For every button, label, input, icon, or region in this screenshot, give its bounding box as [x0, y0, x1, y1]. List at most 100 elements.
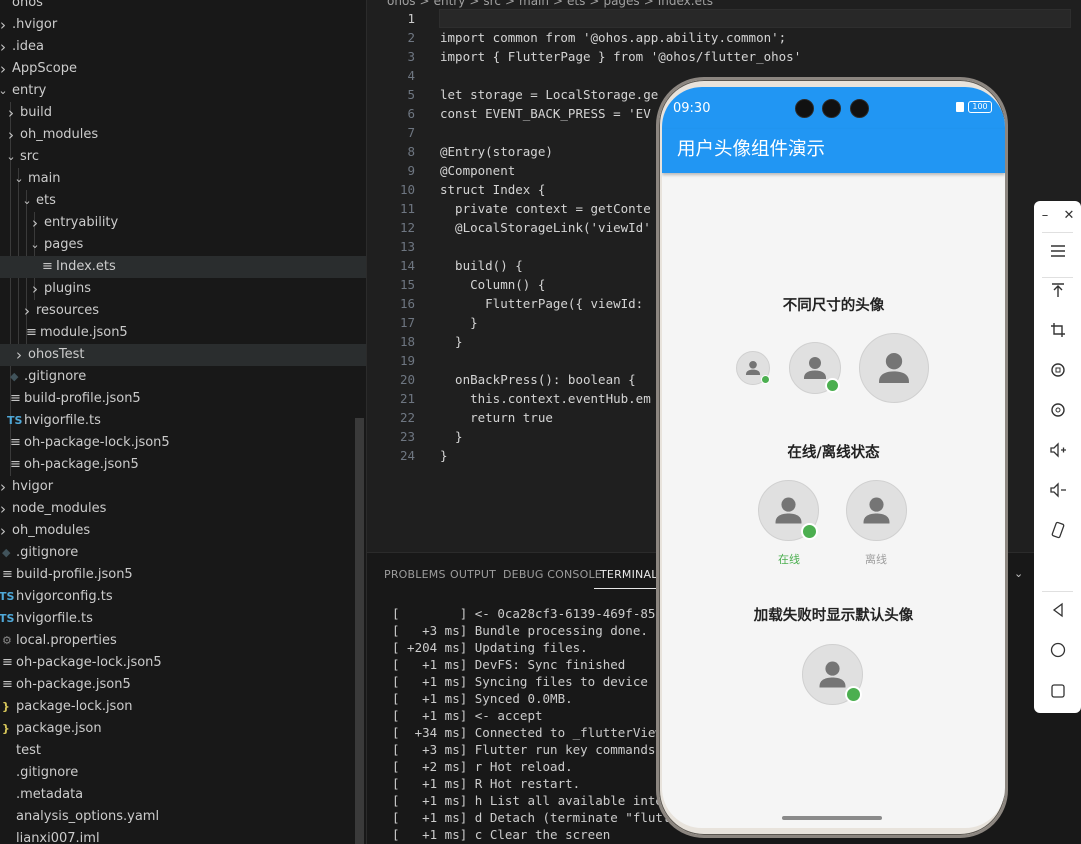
- tree-item[interactable]: ≡ oh-package-lock.json5: [0, 652, 366, 674]
- tree-item[interactable]: › AppScope: [0, 58, 366, 80]
- chevron-right-icon[interactable]: ›: [29, 278, 41, 300]
- chevron-down-icon[interactable]: ⌄: [29, 234, 41, 256]
- tree-item[interactable]: ⌄ entry: [0, 80, 366, 102]
- chevron-down-icon[interactable]: ⌄: [1014, 567, 1023, 580]
- tree-item[interactable]: ohos: [0, 0, 366, 14]
- tree-item[interactable]: ⌄ ets: [0, 190, 366, 212]
- tree-item[interactable]: ≡ oh-package.json5: [0, 454, 366, 476]
- rotate-right-icon[interactable]: [1034, 401, 1081, 425]
- tree-item[interactable]: › entryability: [0, 212, 366, 234]
- breadcrumb-item[interactable]: ohos: [387, 0, 416, 8]
- tree-item[interactable]: ≡ build-profile.json5: [0, 564, 366, 586]
- chevron-down-icon[interactable]: ⌄: [21, 190, 33, 212]
- tree-item[interactable]: ≡ build-profile.json5: [0, 388, 366, 410]
- chevron-right-icon[interactable]: ›: [0, 498, 9, 520]
- tree-item[interactable]: ≡ module.json5: [0, 322, 366, 344]
- panel-tab-problems[interactable]: PROBLEMS: [384, 568, 446, 581]
- tree-item[interactable]: ⌄ src: [0, 146, 366, 168]
- breadcrumb-item[interactable]: ets: [567, 0, 585, 8]
- breadcrumb-item[interactable]: Index.ets: [658, 0, 713, 8]
- chevron-right-icon[interactable]: ›: [29, 212, 41, 234]
- code-line[interactable]: 1: [367, 9, 1081, 28]
- rotate-left-icon[interactable]: [1034, 361, 1081, 385]
- tree-item[interactable]: ⚙ local.properties: [0, 630, 366, 652]
- breadcrumb-item[interactable]: entry: [434, 0, 466, 8]
- home-icon[interactable]: [1034, 641, 1081, 665]
- breadcrumb-item[interactable]: main: [519, 0, 549, 8]
- tree-item[interactable]: ≡ Index.ets: [0, 256, 366, 278]
- breadcrumb-separator: >: [469, 0, 480, 8]
- shake-icon[interactable]: [1034, 521, 1081, 545]
- tree-item[interactable]: ◆ .gitignore: [0, 366, 366, 388]
- chevron-right-icon[interactable]: ›: [0, 476, 9, 498]
- volume-up-icon[interactable]: [1034, 441, 1081, 465]
- breadcrumb-item[interactable]: src: [483, 0, 501, 8]
- tree-item[interactable]: › ohosTest: [0, 344, 366, 366]
- home-indicator[interactable]: [782, 816, 882, 820]
- chevron-right-icon[interactable]: ›: [5, 102, 17, 124]
- breadcrumb-item[interactable]: pages: [603, 0, 639, 8]
- chevron-down-icon[interactable]: ⌄: [0, 80, 9, 102]
- tree-item[interactable]: › .hvigor: [0, 14, 366, 36]
- tree-item[interactable]: › resources: [0, 300, 366, 322]
- code-line[interactable]: 2 import common from '@ohos.app.ability.c…: [367, 28, 1081, 47]
- tree-item[interactable]: › oh_modules: [0, 520, 366, 542]
- panel-tab-debug-console[interactable]: DEBUG CONSOLE: [503, 568, 602, 581]
- scrollbar[interactable]: [355, 418, 364, 844]
- tree-item[interactable]: TS hvigorconfig.ts: [0, 586, 366, 608]
- chevron-right-icon[interactable]: ›: [0, 36, 9, 58]
- recents-icon[interactable]: [1034, 681, 1081, 705]
- chevron-down-icon[interactable]: ⌄: [5, 146, 17, 168]
- screenshot-crop-icon[interactable]: [1034, 321, 1081, 345]
- menu-icon[interactable]: [1034, 241, 1081, 265]
- pin-top-icon[interactable]: [1034, 281, 1081, 305]
- tree-item-label: oh-package-lock.json5: [16, 655, 162, 670]
- code-text: import common from '@ohos.app.ability.co…: [440, 30, 787, 45]
- avatar-large[interactable]: [859, 333, 929, 403]
- tree-item[interactable]: TS hvigorfile.ts: [0, 608, 366, 630]
- app-title: 用户头像组件演示: [677, 139, 826, 160]
- git-icon: ◆: [2, 546, 11, 559]
- back-icon[interactable]: [1034, 601, 1081, 625]
- tree-item[interactable]: .metadata: [0, 784, 366, 806]
- phone-screen[interactable]: 09:30 100 用户头像组件演示 不同尺寸的头像 在线/离线状态 在线 离线…: [662, 87, 1005, 828]
- chevron-down-icon[interactable]: ⌄: [13, 168, 25, 190]
- tree-item[interactable]: › node_modules: [0, 498, 366, 520]
- tree-item[interactable]: TS hvigorfile.ts: [0, 410, 366, 432]
- chevron-right-icon[interactable]: ›: [5, 124, 17, 146]
- tree-item[interactable]: ≡ oh-package-lock.json5: [0, 432, 366, 454]
- chevron-right-icon[interactable]: ›: [0, 520, 9, 542]
- person-icon: [863, 497, 890, 524]
- tree-item[interactable]: test: [0, 740, 366, 762]
- panel-tab-terminal[interactable]: TERMINAL: [600, 568, 658, 581]
- chevron-right-icon[interactable]: ›: [0, 58, 9, 80]
- code-text: Column() {: [440, 277, 546, 292]
- tree-item[interactable]: › plugins: [0, 278, 366, 300]
- tree-item[interactable]: .gitignore: [0, 762, 366, 784]
- tree-item[interactable]: lianxi007.iml: [0, 828, 366, 844]
- tree-item[interactable]: › .idea: [0, 36, 366, 58]
- tree-item-label: build-profile.json5: [16, 567, 133, 582]
- chevron-right-icon[interactable]: ›: [13, 344, 25, 366]
- tree-item[interactable]: ◆ .gitignore: [0, 542, 366, 564]
- volume-down-icon[interactable]: [1034, 481, 1081, 505]
- tree-item[interactable]: › hvigor: [0, 476, 366, 498]
- tree-item-label: package-lock.json: [16, 699, 133, 714]
- offline-label: 离线: [865, 553, 887, 566]
- close-icon[interactable]: ✕: [1058, 204, 1080, 228]
- tree-item[interactable]: › oh_modules: [0, 124, 366, 146]
- avatar-offline[interactable]: [846, 480, 907, 541]
- chevron-right-icon[interactable]: ›: [0, 14, 9, 36]
- tree-item[interactable]: ≡ oh-package.json5: [0, 674, 366, 696]
- json-icon: }: [2, 700, 10, 713]
- tree-item[interactable]: } package-lock.json: [0, 696, 366, 718]
- code-line[interactable]: 3 import { FlutterPage } from '@ohos/flut…: [367, 47, 1081, 66]
- tree-item[interactable]: › build: [0, 102, 366, 124]
- tree-item[interactable]: analysis_options.yaml: [0, 806, 366, 828]
- tree-item[interactable]: ⌄ main: [0, 168, 366, 190]
- panel-tab-output[interactable]: OUTPUT: [450, 568, 496, 581]
- tree-item[interactable]: } package.json: [0, 718, 366, 740]
- tree-item[interactable]: ⌄ pages: [0, 234, 366, 256]
- minimize-icon[interactable]: –: [1034, 204, 1056, 228]
- chevron-right-icon[interactable]: ›: [21, 300, 33, 322]
